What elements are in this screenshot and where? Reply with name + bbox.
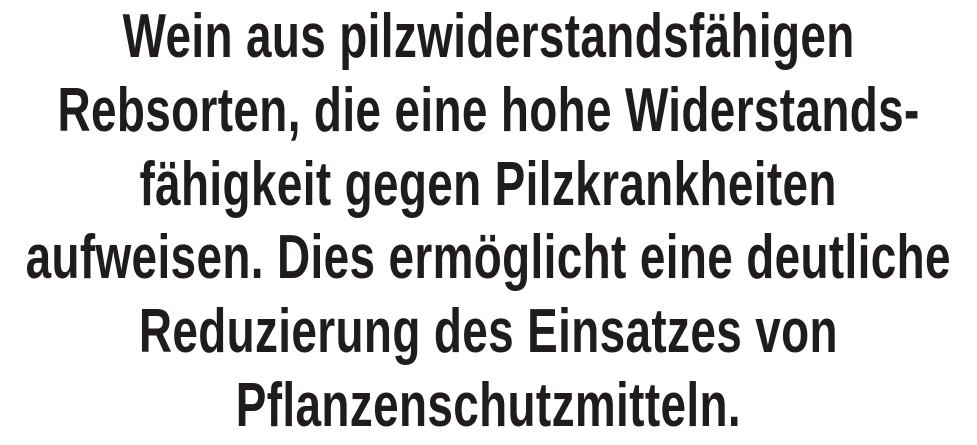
info-paragraph: Wein aus pilzwiderstandsfähigen Rebsorte… — [0, 0, 977, 445]
text-line-4: aufweisen. Dies ermöglicht eine deutlich… — [25, 223, 952, 293]
text-line-2: Rebsorten, die eine hohe Widerstands- — [57, 75, 920, 145]
text-line-3: fähigkeit gegen Pilzkrankheiten — [139, 149, 838, 219]
text-line-6: Pflanzenschutzmitteln. — [235, 370, 742, 440]
text-line-1: Wein aus pilzwiderstandsfähigen — [122, 2, 855, 71]
text-line-5: Reduzierung des Einsatzes von — [138, 297, 839, 367]
